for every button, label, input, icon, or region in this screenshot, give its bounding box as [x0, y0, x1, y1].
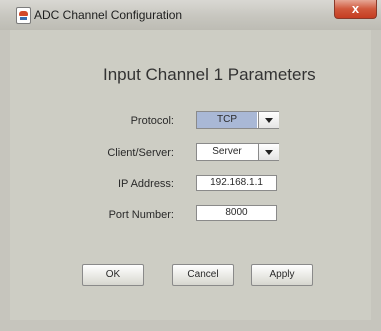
client-server-select[interactable]: Server [196, 143, 279, 161]
chevron-down-icon[interactable] [258, 112, 279, 128]
apply-button[interactable]: Apply [251, 264, 313, 286]
protocol-value: TCP [197, 112, 257, 128]
window-frame-right [371, 30, 381, 331]
client-server-value: Server [212, 146, 242, 157]
protocol-label: Protocol: [130, 115, 174, 127]
close-button[interactable]: x [334, 0, 377, 19]
java-app-icon [16, 7, 31, 24]
ok-button[interactable]: OK [82, 264, 144, 286]
window-title: ADC Channel Configuration [34, 8, 183, 22]
cancel-button[interactable]: Cancel [172, 264, 234, 286]
page-title: Input Channel 1 Parameters [103, 65, 316, 84]
port-number-label: Port Number: [108, 209, 174, 221]
dialog-window: ADC Channel Configuration x Input Channe… [0, 0, 381, 331]
protocol-select[interactable]: TCP [196, 111, 279, 129]
title-bar[interactable]: ADC Channel Configuration x [0, 0, 381, 31]
close-icon: x [351, 1, 360, 16]
port-number-field[interactable]: 8000 [196, 205, 277, 221]
chevron-down-icon[interactable] [258, 144, 279, 160]
window-frame-left [0, 30, 10, 331]
ip-address-field[interactable]: 192.168.1.1 [196, 175, 277, 191]
window-frame-bottom [0, 320, 381, 331]
ip-address-label: IP Address: [117, 178, 174, 190]
client-server-label: Client/Server: [107, 147, 174, 159]
